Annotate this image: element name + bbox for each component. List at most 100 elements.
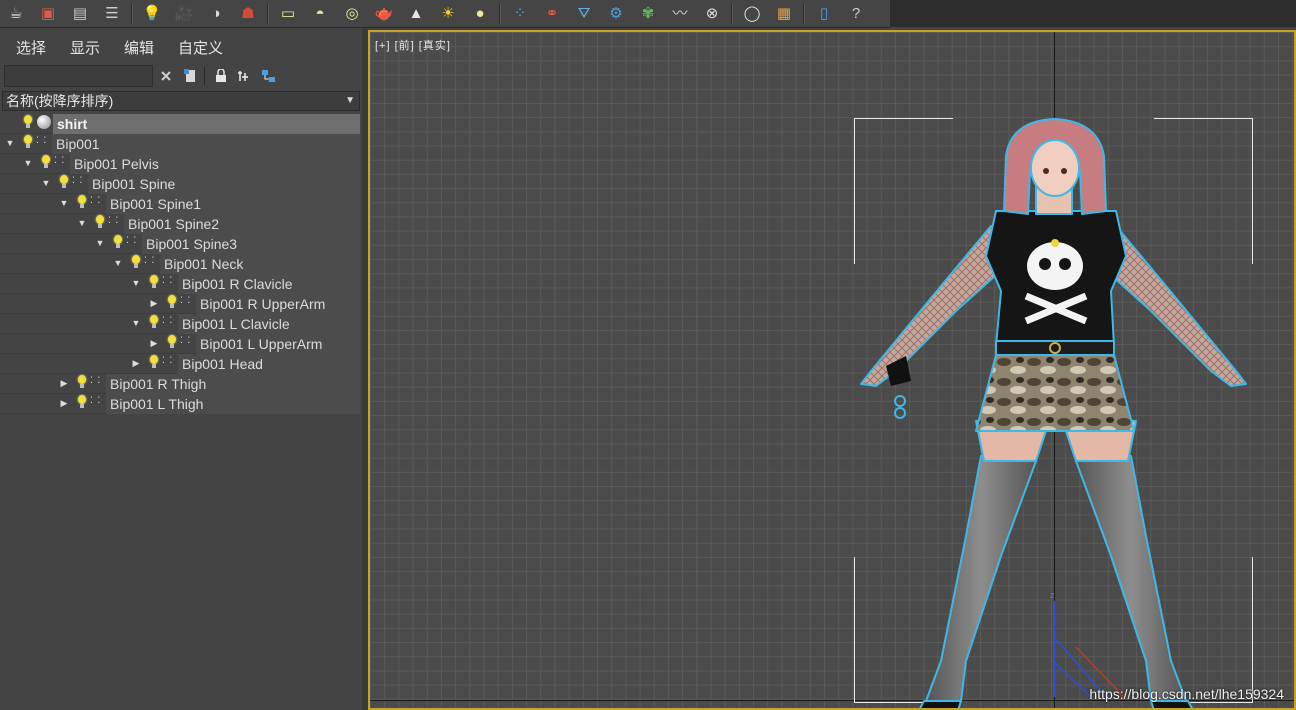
molecule-icon[interactable]: ⚭: [538, 2, 566, 26]
gear-icon[interactable]: ⚙: [602, 2, 630, 26]
toolbar-divider: [731, 3, 733, 24]
tree-item[interactable]: ▼ ⁚ ⁚ Bip001 Neck: [0, 254, 360, 274]
collapse-icon[interactable]: ▼: [4, 136, 16, 150]
tree-item-label: Bip001 L UpperArm: [196, 334, 360, 354]
light-list-icon[interactable]: 💡: [138, 2, 166, 26]
visibility-bulb-icon[interactable]: [77, 375, 87, 391]
visibility-bulb-icon[interactable]: [113, 235, 123, 251]
visibility-bulb-icon[interactable]: [23, 115, 33, 131]
collapse-icon[interactable]: ▼: [112, 256, 124, 270]
teapot-render-icon[interactable]: ☕: [2, 2, 30, 26]
tree-item[interactable]: ▼ ⁚ ⁚ Bip001 Spine1: [0, 194, 360, 214]
visibility-bulb-icon[interactable]: [167, 295, 177, 311]
collapse-icon[interactable]: ▼: [94, 236, 106, 250]
menu-customize[interactable]: 自定义: [170, 38, 231, 60]
toolbar-empty-area: [890, 0, 1296, 27]
tree-item-label: shirt: [53, 114, 360, 134]
front-viewport[interactable]: [+] [前] [真实] z https://blog.csdn.net/lhe…: [368, 30, 1296, 710]
visibility-bulb-icon[interactable]: [167, 335, 177, 351]
tree-item[interactable]: shirt: [0, 114, 360, 134]
sphere-ring-icon[interactable]: ◎: [338, 2, 366, 26]
visibility-bulb-icon[interactable]: [131, 255, 141, 271]
render-frame-icon[interactable]: ▣: [34, 2, 62, 26]
sphere-light-icon[interactable]: ●: [466, 2, 494, 26]
visibility-bulb-icon[interactable]: [41, 155, 51, 171]
grass-icon[interactable]: ✾: [634, 2, 662, 26]
collapse-icon[interactable]: ▼: [130, 316, 142, 330]
tree-item[interactable]: ▶ ⁚ ⁚ Bip001 L UpperArm: [0, 334, 360, 354]
find-icon[interactable]: [179, 65, 201, 87]
plane-icon[interactable]: ▭: [274, 2, 302, 26]
visibility-bulb-icon[interactable]: [95, 215, 105, 231]
tree-item[interactable]: ▼ ⁚ ⁚ Bip001: [0, 134, 360, 154]
visibility-bulb-icon[interactable]: [77, 395, 87, 411]
visibility-bulb-icon[interactable]: [149, 315, 159, 331]
toolbar-divider: [803, 3, 805, 24]
clear-search-icon[interactable]: [155, 65, 177, 87]
expand-icon[interactable]: ▶: [58, 376, 70, 390]
collapse-icon[interactable]: ▼: [130, 276, 142, 290]
layers-icon[interactable]: ▦: [770, 2, 798, 26]
document-icon[interactable]: ▯: [810, 2, 838, 26]
cone-icon[interactable]: ▲: [402, 2, 430, 26]
hemisphere-icon[interactable]: ◓: [306, 2, 334, 26]
tree-item[interactable]: ▶ ⁚ ⁚ Bip001 R UpperArm: [0, 294, 360, 314]
add-selection-icon[interactable]: [234, 65, 256, 87]
shading-icon[interactable]: ◑: [202, 2, 230, 26]
viewport-label[interactable]: [+] [前] [真实]: [375, 37, 451, 53]
teapot-icon[interactable]: 🫖: [370, 2, 398, 26]
visibility-bulb-icon[interactable]: [77, 195, 87, 211]
visibility-bulb-icon[interactable]: [149, 275, 159, 291]
tree-item-label: Bip001 Pelvis: [70, 154, 360, 174]
tree-item[interactable]: ▼ ⁚ ⁚ Bip001 Spine3: [0, 234, 360, 254]
material-list-icon[interactable]: ☰: [98, 2, 126, 26]
tree-item[interactable]: ▼ ⁚ ⁚ Bip001 Pelvis: [0, 154, 360, 174]
tree-item-label: Bip001 Spine: [88, 174, 360, 194]
help-icon[interactable]: ?: [842, 2, 870, 26]
camera-icon[interactable]: 🎥: [170, 2, 198, 26]
scene-tree: shirt ▼ ⁚ ⁚ Bip001 ▼ ⁚ ⁚ Bip001 Pelvis ▼ ⁚ ⁚ Bip0…: [0, 114, 360, 414]
tree-item[interactable]: ▼ ⁚ ⁚ Bip001 Spine: [0, 174, 360, 194]
collapse-icon[interactable]: ▼: [76, 216, 88, 230]
toolbar-divider: [131, 3, 133, 24]
menu-edit[interactable]: 编辑: [116, 38, 162, 60]
particles-icon[interactable]: ⁘: [506, 2, 534, 26]
watermark: https://blog.csdn.net/lhe159324: [1089, 686, 1284, 702]
tree-item[interactable]: ▼ ⁚ ⁚ Bip001 R Clavicle: [0, 274, 360, 294]
render-setup-icon[interactable]: ▤: [66, 2, 94, 26]
tree-item[interactable]: ▶ ⁚ ⁚ Bip001 Head: [0, 354, 360, 374]
expand-icon[interactable]: ▶: [148, 336, 160, 350]
visibility-bulb-icon[interactable]: [59, 175, 69, 191]
sort-label: 名称(按降序排序): [6, 93, 114, 109]
collapse-icon[interactable]: ▼: [40, 176, 52, 190]
tree-item[interactable]: ▶ ⁚ ⁚ Bip001 L Thigh: [0, 394, 360, 414]
lock-icon[interactable]: [210, 65, 232, 87]
collapse-icon[interactable]: ▼: [58, 196, 70, 210]
visibility-bulb-icon[interactable]: [149, 355, 159, 371]
expand-icon[interactable]: ▶: [148, 296, 160, 310]
bone-icon: ⁚ ⁚: [90, 395, 102, 405]
visibility-bulb-icon[interactable]: [23, 135, 33, 151]
menu-display[interactable]: 显示: [62, 38, 108, 60]
render-robot-icon[interactable]: ☗: [234, 2, 262, 26]
hair-fur-icon[interactable]: 〰: [666, 2, 694, 26]
bone-icon: ⁚ ⁚: [180, 295, 192, 305]
menu-select[interactable]: 选择: [8, 38, 54, 60]
tree-item[interactable]: ▼ ⁚ ⁚ Bip001 L Clavicle: [0, 314, 360, 334]
sphere-icon[interactable]: ◯: [738, 2, 766, 26]
expand-icon[interactable]: ▶: [130, 356, 142, 370]
hierarchy-icon[interactable]: [258, 65, 280, 87]
tree-item-label: Bip001 Spine2: [124, 214, 360, 234]
sort-dropdown[interactable]: 名称(按降序排序) ▼: [2, 91, 360, 111]
tree-item-label: Bip001 R UpperArm: [196, 294, 360, 314]
collapse-icon[interactable]: ▼: [22, 156, 34, 170]
tree-item[interactable]: ▶ ⁚ ⁚ Bip001 R Thigh: [0, 374, 360, 394]
search-input[interactable]: [4, 65, 153, 87]
tree-item[interactable]: ▼ ⁚ ⁚ Bip001 Spine2: [0, 214, 360, 234]
ox-texture-icon[interactable]: ⊗: [698, 2, 726, 26]
tree-item-label: Bip001 Neck: [160, 254, 360, 274]
expand-icon[interactable]: ▶: [58, 396, 70, 410]
tree-item-label: Bip001 Spine1: [106, 194, 360, 214]
cloth-icon[interactable]: ⛛: [570, 2, 598, 26]
sun-light-icon[interactable]: ☀: [434, 2, 462, 26]
